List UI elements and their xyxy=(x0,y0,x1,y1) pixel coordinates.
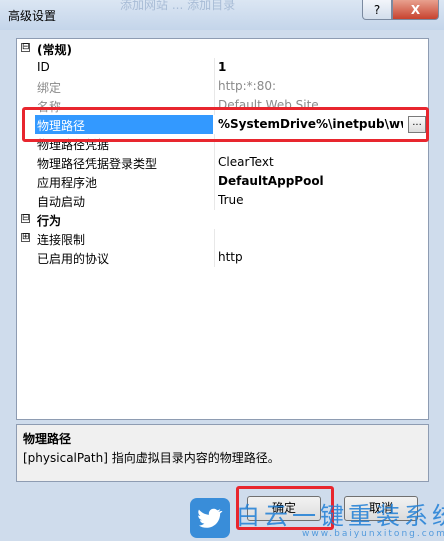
column-divider xyxy=(214,58,215,77)
window-title: 高级设置 xyxy=(8,9,57,23)
twitter-bird-icon xyxy=(190,498,230,538)
property-row-id[interactable]: ID 1 xyxy=(17,58,428,77)
category-label: 行为 xyxy=(37,214,62,228)
category-behavior[interactable]: ⊟ 行为 xyxy=(17,210,428,229)
description-title: 物理路径 xyxy=(23,432,72,446)
close-icon: X xyxy=(410,2,421,17)
collapse-icon[interactable]: ⊟ xyxy=(21,214,30,223)
property-label: 物理路径凭据 xyxy=(37,138,110,152)
cancel-button[interactable]: 取消 xyxy=(344,496,418,521)
column-divider xyxy=(214,77,215,96)
property-label: 物理路径凭据登录类型 xyxy=(37,157,158,171)
column-divider xyxy=(214,134,215,153)
property-value: True xyxy=(218,193,244,207)
description-text: [physicalPath] 指向虚拟目录内容的物理路径。 xyxy=(23,451,280,465)
property-row-physical-path-credentials[interactable]: 物理路径凭据 xyxy=(17,134,428,153)
property-label: 连接限制 xyxy=(37,233,86,247)
category-label: (常规) xyxy=(37,43,72,57)
property-row-enabled-protocols[interactable]: 已启用的协议 http xyxy=(17,248,428,267)
property-label: 已启用的协议 xyxy=(37,252,110,266)
property-value: http:*:80: xyxy=(218,79,277,93)
column-divider xyxy=(214,229,215,248)
close-button[interactable]: X xyxy=(392,0,439,20)
help-button[interactable]: ? xyxy=(362,0,392,20)
title-bar: 高级设置 添加网站 ... 添加目录 ? X xyxy=(0,0,444,30)
category-general[interactable]: ⊟ (常规) xyxy=(17,39,428,58)
property-row-name[interactable]: 名称 Default Web Site xyxy=(17,96,428,115)
property-label: 自动启动 xyxy=(37,195,86,209)
property-grid[interactable]: ⊟ (常规) ID 1 绑定 http:*:80: 名称 Default Web… xyxy=(16,38,429,420)
watermark-url: www.baiyunxitong.com xyxy=(302,529,444,539)
collapse-icon[interactable]: ⊟ xyxy=(21,43,30,52)
column-divider xyxy=(214,191,215,210)
property-row-physical-path[interactable]: 物理路径 %SystemDrive%\inetpub\wwwroot ... xyxy=(17,115,428,134)
browse-button[interactable]: ... xyxy=(408,116,426,133)
property-row-limits[interactable]: ⊞ 连接限制 xyxy=(17,229,428,248)
property-row-app-pool[interactable]: 应用程序池 DefaultAppPool xyxy=(17,172,428,191)
property-row-bindings[interactable]: 绑定 http:*:80: xyxy=(17,77,428,96)
property-label: ID xyxy=(37,60,50,74)
column-divider xyxy=(214,153,215,172)
column-divider xyxy=(214,248,215,267)
property-label: 绑定 xyxy=(37,81,62,95)
expand-icon[interactable]: ⊞ xyxy=(21,233,30,242)
background-window-title: 添加网站 ... 添加目录 xyxy=(120,0,236,12)
column-divider xyxy=(214,172,215,191)
help-icon: ? xyxy=(373,2,381,17)
property-label: 物理路径 xyxy=(37,119,86,133)
column-divider xyxy=(214,96,215,115)
property-row-auto-start[interactable]: 自动启动 True xyxy=(17,191,428,210)
property-label: 名称 xyxy=(37,100,62,114)
property-value: http xyxy=(218,250,243,264)
property-value: ClearText xyxy=(218,155,274,169)
ok-button[interactable]: 确定 xyxy=(247,496,321,521)
property-value-input[interactable]: %SystemDrive%\inetpub\wwwroot xyxy=(218,117,403,131)
property-row-logon-type[interactable]: 物理路径凭据登录类型 ClearText xyxy=(17,153,428,172)
description-panel: 物理路径 [physicalPath] 指向虚拟目录内容的物理路径。 xyxy=(16,424,429,482)
property-value: 1 xyxy=(218,60,227,74)
property-label: 应用程序池 xyxy=(37,176,98,190)
property-value: Default Web Site xyxy=(218,98,319,112)
property-value: DefaultAppPool xyxy=(218,174,324,188)
